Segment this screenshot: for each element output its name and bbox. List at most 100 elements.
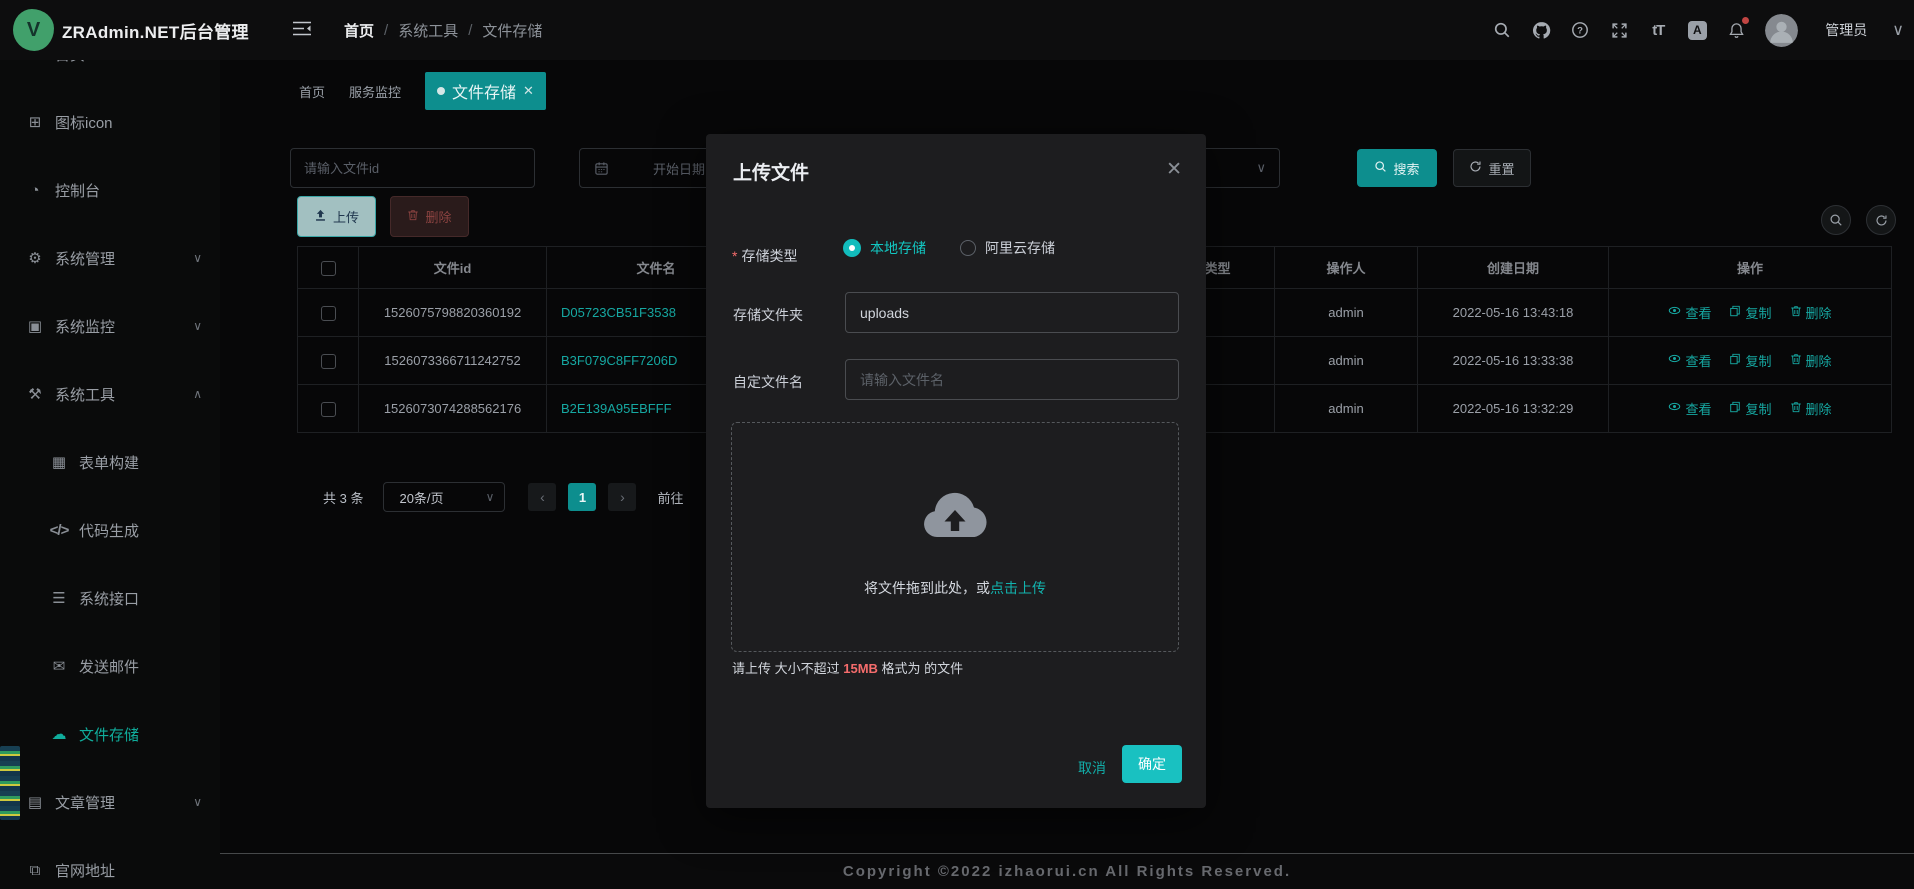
search-button[interactable]: 搜索 [1357, 149, 1437, 187]
storage-type-radio-group: 本地存储 阿里云存储 [843, 238, 1055, 258]
row-action-copy[interactable]: 复制 [1729, 399, 1771, 418]
row-action-trash[interactable]: 删除 [1790, 351, 1832, 370]
help-icon[interactable]: ? [1570, 20, 1590, 40]
search-icon[interactable] [1492, 20, 1512, 40]
translate-glyph: A [1688, 21, 1707, 40]
grid-icon: ⊞ [24, 113, 46, 131]
sidebar-item-label: 图标icon [55, 112, 113, 133]
table-search-toggle-button[interactable] [1821, 205, 1851, 235]
github-icon[interactable] [1531, 20, 1551, 40]
action-label: 复制 [1745, 303, 1771, 322]
sidebar-item-external-link[interactable]: ⧉官网地址 [0, 836, 220, 889]
file-dropzone[interactable]: 将文件拖到此处，或点击上传 [731, 422, 1179, 652]
user-name[interactable]: 管理员 [1825, 20, 1867, 40]
cancel-button[interactable]: 取消 [1078, 758, 1106, 778]
folder-label: 存储文件夹 [733, 305, 803, 325]
calendar-icon [594, 161, 609, 176]
breadcrumb-item: 文件存储 [482, 20, 542, 41]
bell-icon[interactable] [1726, 20, 1746, 40]
prev-page-button[interactable]: ‹ [528, 483, 556, 511]
pagination-total: 共 3 条 [323, 488, 363, 507]
sidebar-item-grid[interactable]: ⊞ 图标icon [0, 88, 220, 156]
date-start-placeholder: 开始日期 [653, 159, 705, 178]
chevron-down-icon: ∨ [193, 251, 202, 265]
tab-label: 文件存储 [452, 79, 516, 103]
sidebar-item-form[interactable]: ▦表单构建 [0, 428, 220, 496]
upload-icon [314, 209, 327, 225]
toolbox-icon: ⚒ [24, 385, 46, 403]
copyright-text: Copyright ©2022 izhaorui.cn All Rights R… [843, 863, 1291, 880]
header-icons: ?tTA管理员∨ [1492, 0, 1904, 60]
current-page-button[interactable]: 1 [568, 483, 596, 511]
row-checkbox[interactable] [321, 306, 336, 321]
breadcrumb-separator: / [468, 22, 472, 39]
close-icon[interactable]: ✕ [1166, 158, 1182, 181]
click-to-upload-link[interactable]: 点击上传 [990, 580, 1046, 596]
tag-view-tabs: 首页 服务监控 文件存储 ✕ [299, 72, 546, 110]
confirm-button[interactable]: 确定 [1122, 745, 1182, 783]
created-date-cell: 2022-05-16 13:33:38 [1418, 337, 1609, 385]
avatar[interactable] [1765, 14, 1798, 47]
external-link-icon: ⧉ [24, 862, 46, 879]
sidebar-item-cloud-upload[interactable]: ☁文件存储 [0, 700, 220, 768]
row-action-eye[interactable]: 查看 [1668, 351, 1711, 370]
delete-button[interactable]: 删除 [390, 196, 469, 237]
action-label: 查看 [1685, 351, 1711, 370]
tab-首页[interactable]: 首页 [299, 82, 325, 101]
font-size-glyph: tT [1652, 22, 1664, 39]
row-checkbox[interactable] [321, 354, 336, 369]
sidebar-item-gear[interactable]: ⚙系统管理∨ [0, 224, 220, 292]
sidebar-item-toolbox[interactable]: ⚒系统工具∧ [0, 360, 220, 428]
monitor-icon: ▣ [24, 317, 46, 335]
action-label: 查看 [1685, 303, 1711, 322]
upload-button[interactable]: 上传 [297, 196, 376, 237]
row-actions-cell: 查看复制删除 [1609, 337, 1892, 385]
upload-dialog: 上传文件 ✕ *存储类型 本地存储 阿里云存储 存储文件夹 自定文件名 将文件拖… [706, 134, 1206, 808]
sidebar-item-monitor[interactable]: ▣系统监控∨ [0, 292, 220, 360]
sidebar-item-mail[interactable]: ✉发送邮件 [0, 632, 220, 700]
fullscreen-icon[interactable] [1609, 20, 1629, 40]
row-action-copy[interactable]: 复制 [1729, 303, 1771, 322]
next-page-button[interactable]: › [608, 483, 636, 511]
chevron-down-icon: ∨ [486, 490, 495, 504]
sidebar-item-document[interactable]: ▤文章管理∨ [0, 768, 220, 836]
sidebar-item-sliders[interactable]: ☰系统接口 [0, 564, 220, 632]
action-label: 删除 [1806, 303, 1832, 322]
tab-文件存储[interactable]: 文件存储 ✕ [425, 72, 546, 110]
tab-服务监控[interactable]: 服务监控 [349, 82, 401, 101]
dropzone-text: 将文件拖到此处，或点击上传 [732, 578, 1178, 598]
select-all-checkbox[interactable] [321, 261, 336, 276]
file-id-input[interactable] [290, 148, 535, 188]
row-action-eye[interactable]: 查看 [1668, 303, 1711, 322]
sliders-icon: ☰ [48, 589, 70, 607]
font-size-icon[interactable]: tT [1648, 20, 1668, 40]
row-action-trash[interactable]: 删除 [1790, 303, 1832, 322]
breadcrumb-separator: / [384, 22, 388, 39]
menu-fold-icon[interactable] [293, 21, 311, 41]
row-action-copy[interactable]: 复制 [1729, 351, 1771, 370]
row-checkbox-cell [298, 385, 359, 433]
file-id-cell: 1526075798820360192 [359, 289, 547, 337]
tab-close-icon[interactable]: ✕ [523, 83, 534, 99]
eye-icon [1668, 400, 1681, 416]
copy-icon [1729, 401, 1741, 416]
row-checkbox[interactable] [321, 402, 336, 417]
sidebar-item-dashboard[interactable]: ◔控制台 [0, 156, 220, 224]
table-refresh-button[interactable] [1866, 205, 1896, 235]
radio-aliyun-storage[interactable]: 阿里云存储 [960, 238, 1055, 258]
radio-local-storage[interactable]: 本地存储 [843, 238, 926, 258]
filename-input[interactable] [845, 359, 1179, 400]
page-size-select[interactable]: 20条/页∨ [383, 482, 505, 512]
sidebar: ⌂首页⊞图标icon◔控制台⚙系统管理∨▣系统监控∨⚒系统工具∧▦表单构建</>… [0, 60, 220, 889]
sidebar-item-label: 系统监控 [55, 316, 115, 337]
sidebar-item-label: 发送邮件 [79, 656, 139, 677]
row-action-trash[interactable]: 删除 [1790, 399, 1832, 418]
folder-input[interactable] [845, 292, 1179, 333]
reset-button[interactable]: 重置 [1453, 149, 1531, 187]
translate-icon[interactable]: A [1687, 20, 1707, 40]
sidebar-item-code[interactable]: </>代码生成 [0, 496, 220, 564]
column-header: 创建日期 [1418, 247, 1609, 289]
breadcrumb-item[interactable]: 首页 [344, 20, 374, 41]
row-action-eye[interactable]: 查看 [1668, 399, 1711, 418]
app-root: ⌂首页⊞图标icon◔控制台⚙系统管理∨▣系统监控∨⚒系统工具∧▦表单构建</>… [0, 0, 1914, 889]
